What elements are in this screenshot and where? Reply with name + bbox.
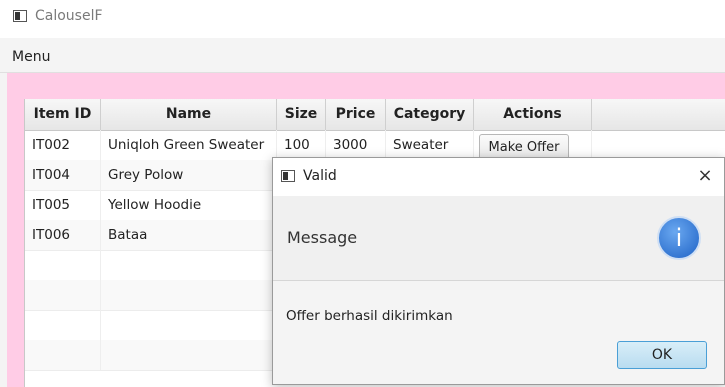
cell-empty: [25, 340, 101, 370]
title-bar: CalouselF: [0, 0, 725, 38]
cell-empty: [25, 280, 101, 310]
cell-item-id: IT002: [25, 130, 101, 160]
cell-empty: [101, 280, 277, 310]
cell-empty: [25, 250, 101, 280]
info-icon: i: [657, 216, 701, 260]
menu-item-menu[interactable]: Menu: [12, 49, 50, 65]
column-header-item-id[interactable]: Item ID: [25, 99, 101, 130]
cell-empty: [101, 310, 277, 340]
cell-name: Yellow Hoodie: [101, 190, 277, 220]
cell-item-id: IT006: [25, 220, 101, 250]
cell-name: Grey Polow: [101, 160, 277, 190]
menu-bar: Menu: [0, 44, 725, 73]
dialog-title-bar: Valid ×: [273, 158, 724, 196]
column-header-filler: [592, 99, 725, 130]
app-window-icon: [281, 170, 295, 182]
ok-button[interactable]: OK: [617, 341, 707, 369]
cell-actions: Make Offer: [474, 130, 592, 160]
column-header-category[interactable]: Category: [386, 99, 474, 130]
cell-empty: [101, 340, 277, 370]
cell-item-id: IT004: [25, 160, 101, 190]
dialog-title: Valid: [303, 168, 337, 184]
dialog-message: Offer berhasil dikirimkan: [286, 308, 453, 324]
cell-name: Uniqloh Green Sweater: [101, 130, 277, 160]
column-header-actions[interactable]: Actions: [474, 99, 592, 130]
column-header-price[interactable]: Price: [326, 99, 386, 130]
cell-empty: [101, 250, 277, 280]
cell-item-id: IT005: [25, 190, 101, 220]
cell-category: Sweater: [386, 130, 474, 160]
message-dialog: Valid × Message i Offer berhasil dikirim…: [272, 157, 725, 385]
dialog-header: Message i: [273, 196, 724, 281]
table-header: Item ID Name Size Price Category Actions: [25, 99, 725, 131]
dialog-header-text: Message: [287, 228, 358, 247]
cell-name: Bataa: [101, 220, 277, 250]
close-icon[interactable]: ×: [693, 164, 717, 188]
column-header-size[interactable]: Size: [277, 99, 326, 130]
column-header-name[interactable]: Name: [101, 99, 277, 130]
cell-empty: [25, 310, 101, 340]
app-window-icon: [13, 10, 27, 22]
window-title: CalouselF: [35, 8, 103, 24]
cell-price: 3000: [326, 130, 386, 160]
cell-size: 100: [277, 130, 326, 160]
